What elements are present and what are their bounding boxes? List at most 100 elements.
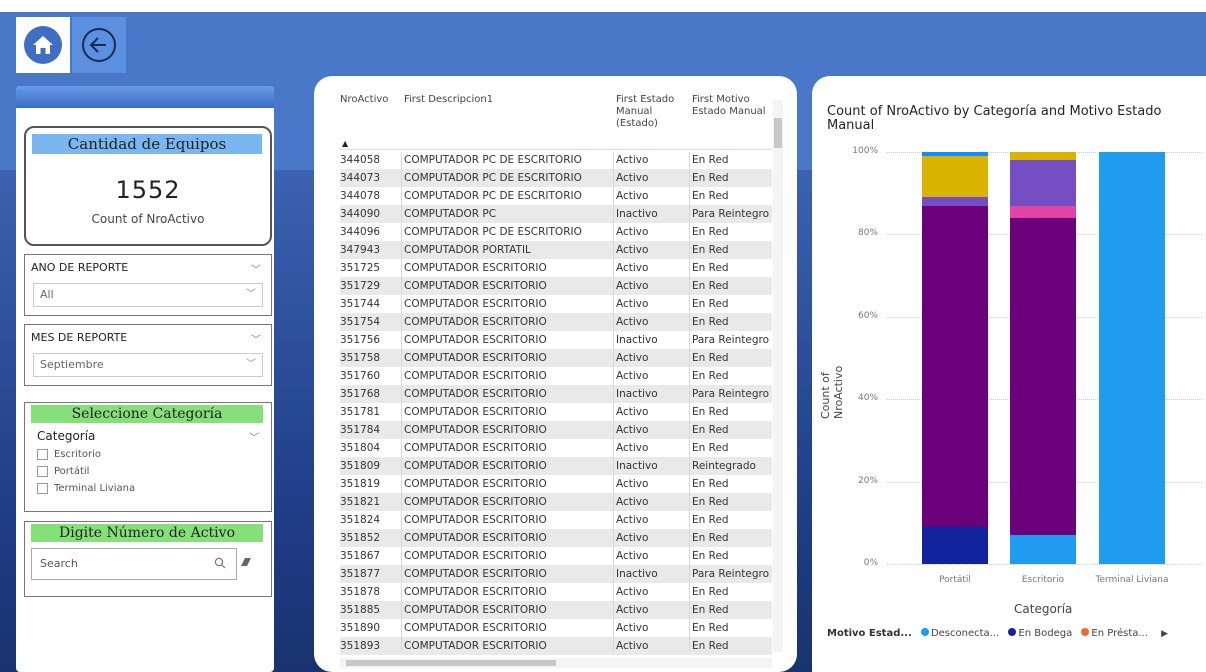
bar-segment[interactable] xyxy=(922,156,988,198)
back-button[interactable] xyxy=(72,17,126,73)
table-cell: 351893 xyxy=(340,640,381,652)
table-cell: COMPUTADOR PC DE ESCRITORIO xyxy=(404,226,582,238)
table-cell: COMPUTADOR ESCRITORIO xyxy=(404,334,547,346)
category-option-label: Escritorio xyxy=(54,449,101,460)
home-button[interactable] xyxy=(16,17,70,73)
search-icon[interactable] xyxy=(214,557,226,569)
bar-segment[interactable] xyxy=(1010,217,1076,536)
table-row[interactable]: 351784 COMPUTADOR ESCRITORIO Activo En Red xyxy=(340,421,772,439)
table-row[interactable]: 351804 COMPUTADOR ESCRITORIO Activo En Red xyxy=(340,439,772,457)
table-row[interactable]: 351768 COMPUTADOR ESCRITORIO Inactivo Para … xyxy=(340,385,772,403)
table-row[interactable]: 351852 COMPUTADOR ESCRITORIO Activo En Red xyxy=(340,529,772,547)
column-header-motivo[interactable]: First Motivo Estado Manual xyxy=(692,94,770,118)
table-row[interactable]: 351878 COMPUTADOR ESCRITORIO Activo En Red xyxy=(340,583,772,601)
table-row[interactable]: 351754 COMPUTADOR ESCRITORIO Activo En Red xyxy=(340,313,772,331)
month-dropdown[interactable]: Septiembre ﹀ xyxy=(33,353,263,377)
legend-marker xyxy=(1081,628,1090,636)
checkbox[interactable] xyxy=(37,449,48,460)
table-row[interactable]: 351821 COMPUTADOR ESCRITORIO Activo En Red xyxy=(340,493,772,511)
legend-entry[interactable]: En Bodega xyxy=(1018,628,1072,639)
table-row[interactable]: 344078 COMPUTADOR PC DE ESCRITORIO Activo E… xyxy=(340,187,772,205)
legend-next-icon[interactable]: ▶ xyxy=(1161,629,1168,639)
table-row[interactable]: 351781 COMPUTADOR ESCRITORIO Activo En Red xyxy=(340,403,772,421)
chevron-down-icon[interactable]: ﹀ xyxy=(251,261,261,276)
table-row[interactable]: 351877 COMPUTADOR ESCRITORIO Inactivo Para … xyxy=(340,565,772,583)
table-cell: 351758 xyxy=(340,352,381,364)
table-cell: 351744 xyxy=(340,298,381,310)
checkbox[interactable] xyxy=(37,466,48,477)
back-arrow-icon xyxy=(82,28,116,62)
bar-segment[interactable] xyxy=(922,197,988,206)
bar-segment[interactable] xyxy=(922,205,988,527)
table-cell: COMPUTADOR ESCRITORIO xyxy=(404,442,547,454)
bar-segment[interactable] xyxy=(1010,160,1076,206)
table-cell: Activo xyxy=(616,496,649,508)
sort-ascending-icon[interactable]: ▲ xyxy=(342,139,348,148)
table-row[interactable]: 351729 COMPUTADOR ESCRITORIO Activo En Red xyxy=(340,277,772,295)
column-header-estado[interactable]: First Estado Manual (Estado) xyxy=(616,94,684,130)
table-cell: Inactivo xyxy=(616,568,658,580)
table-row[interactable]: 344073 COMPUTADOR PC DE ESCRITORIO Activo E… xyxy=(340,169,772,187)
table-cell: En Red xyxy=(692,640,729,652)
year-dropdown[interactable]: All ﹀ xyxy=(33,283,263,307)
eraser-icon[interactable] xyxy=(239,556,253,568)
table-cell: Para Reintegro xyxy=(692,208,769,220)
bar-segment[interactable] xyxy=(1010,535,1076,564)
chevron-down-icon[interactable]: ﹀ xyxy=(251,331,261,346)
table-cell: 344058 xyxy=(340,154,381,166)
table-cell: COMPUTADOR PORTATIL xyxy=(404,244,531,256)
scroll-thumb[interactable] xyxy=(346,660,556,666)
table-row[interactable]: 351885 COMPUTADOR ESCRITORIO Activo En Red xyxy=(340,601,772,619)
category-option-portatil[interactable]: Portátil xyxy=(37,466,89,477)
bar-segment[interactable] xyxy=(1010,152,1076,161)
table-row[interactable]: 351890 COMPUTADOR ESCRITORIO Activo En Red xyxy=(340,619,772,637)
table-row[interactable]: 351893 COMPUTADOR ESCRITORIO Activo En Red xyxy=(340,637,772,655)
bar-segment[interactable] xyxy=(922,152,988,157)
table-cell: 351877 xyxy=(340,568,381,580)
category-option-terminal-liviana[interactable]: Terminal Liviana xyxy=(37,483,135,494)
table-cell: COMPUTADOR ESCRITORIO xyxy=(404,496,547,508)
search-placeholder: Search xyxy=(40,557,78,570)
table-row[interactable]: 351744 COMPUTADOR ESCRITORIO Activo En Red xyxy=(340,295,772,313)
table-row[interactable]: 347943 COMPUTADOR PORTATIL Activo En Red xyxy=(340,241,772,259)
table-row[interactable]: 344058 COMPUTADOR PC DE ESCRITORIO Activo E… xyxy=(340,151,772,169)
table-cell: COMPUTADOR ESCRITORIO xyxy=(404,478,547,490)
table-cell: Activo xyxy=(616,262,649,274)
table-row[interactable]: 351760 COMPUTADOR ESCRITORIO Activo En Red xyxy=(340,367,772,385)
bar-segment[interactable] xyxy=(1010,205,1076,218)
chart-title: Count of NroActivo by Categoría and Moti… xyxy=(827,104,1162,133)
vertical-scrollbar[interactable] xyxy=(773,100,783,652)
table-row[interactable]: 344090 COMPUTADOR PC Inactivo Para Reintegr… xyxy=(340,205,772,223)
checkbox[interactable] xyxy=(37,483,48,494)
legend-entry[interactable]: Desconecta... xyxy=(931,628,999,639)
table-row[interactable]: 351758 COMPUTADOR ESCRITORIO Activo En Red xyxy=(340,349,772,367)
table-row[interactable]: 351867 COMPUTADOR ESCRITORIO Activo En Red xyxy=(340,547,772,565)
table-row[interactable]: 351725 COMPUTADOR ESCRITORIO Activo En Red xyxy=(340,259,772,277)
horizontal-scrollbar[interactable] xyxy=(340,658,772,668)
y-tick-label: 0% xyxy=(863,558,878,568)
legend-entry[interactable]: En Présta... xyxy=(1091,628,1148,639)
scroll-thumb[interactable] xyxy=(774,118,782,148)
column-header-nroactivo[interactable]: NroActivo xyxy=(340,94,388,106)
table-cell: COMPUTADOR ESCRITORIO xyxy=(404,280,547,292)
category-option-escritorio[interactable]: Escritorio xyxy=(37,449,101,460)
bar-segment[interactable] xyxy=(1099,152,1165,564)
table-cell: 344078 xyxy=(340,190,381,202)
kpi-title: Cantidad de Equipos xyxy=(32,134,262,154)
home-icon xyxy=(24,26,62,64)
bar-segment[interactable] xyxy=(922,526,988,564)
table-row[interactable]: 344096 COMPUTADOR PC DE ESCRITORIO Activo E… xyxy=(340,223,772,241)
table-cell: Activo xyxy=(616,406,649,418)
search-input[interactable]: Search xyxy=(31,548,237,580)
x-axis-label: Categoría xyxy=(1014,602,1073,616)
table-row[interactable]: 351819 COMPUTADOR ESCRITORIO Activo En Red xyxy=(340,475,772,493)
table-row[interactable]: 351809 COMPUTADOR ESCRITORIO Inactivo Reint… xyxy=(340,457,772,475)
filter-panel: Cantidad de Equipos 1552 Count of NroAct… xyxy=(16,86,274,672)
table-cell: Activo xyxy=(616,190,649,202)
table-cell: 351729 xyxy=(340,280,381,292)
table-cell: COMPUTADOR ESCRITORIO xyxy=(404,460,547,472)
column-header-descripcion[interactable]: First Descripcion1 xyxy=(404,94,493,106)
table-row[interactable]: 351824 COMPUTADOR ESCRITORIO Activo En Red xyxy=(340,511,772,529)
chevron-down-icon[interactable]: ﹀ xyxy=(249,429,259,444)
table-row[interactable]: 351756 COMPUTADOR ESCRITORIO Inactivo Para … xyxy=(340,331,772,349)
